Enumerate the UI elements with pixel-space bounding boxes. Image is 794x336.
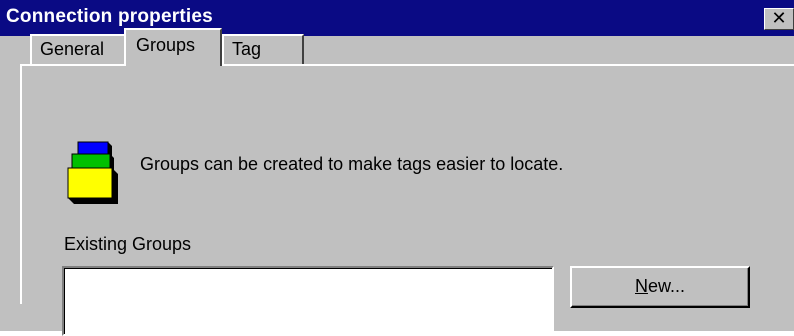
window-title: Connection properties [6,6,213,27]
tab-groups[interactable]: Groups [124,28,222,66]
groups-info-text: Groups can be created to make tags easie… [140,154,564,174]
existing-groups-list[interactable] [62,266,554,336]
new-group-button[interactable]: New... [570,266,750,308]
title-bar: Connection properties [0,0,794,36]
existing-groups-label: Existing Groups [64,234,192,254]
new-button-mnemonic: N [634,276,648,296]
new-button-label: ew... [647,276,686,296]
tab-tag[interactable]: Tag [222,34,304,64]
tab-general[interactable]: General [30,34,126,64]
groups-stack-icon [67,141,118,204]
close-button[interactable]: ✕ [764,8,794,30]
